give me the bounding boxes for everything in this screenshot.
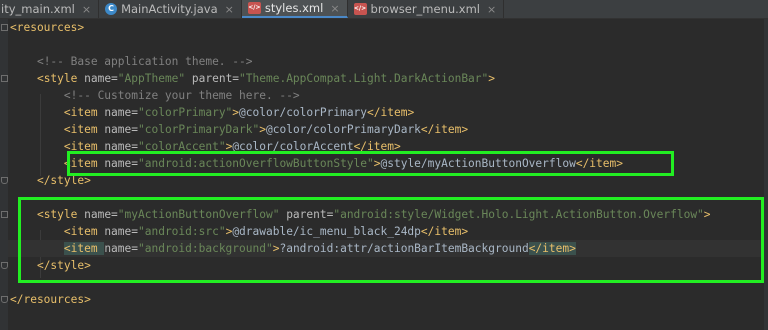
fold-toggle-icon[interactable]	[1, 262, 8, 269]
tab-label: browser_menu.xml	[370, 2, 481, 16]
xml-comment: <!-- Customize your theme here. -->	[63, 89, 300, 102]
xml-file-icon: </>	[247, 2, 261, 14]
tab-label: MainActivity.java	[121, 2, 218, 16]
tab-label: ity_main.xml	[1, 2, 75, 16]
tag-close: </item>	[367, 106, 415, 119]
tag-open: <item	[63, 123, 105, 136]
xml-menu-file-icon: </>	[353, 3, 367, 15]
close-icon[interactable]: ×	[82, 3, 91, 16]
tag-open: <style	[36, 72, 85, 85]
close-icon[interactable]: ×	[487, 3, 496, 16]
code-line-6: <item name="colorPrimary">@color/colorPr…	[10, 104, 414, 121]
attr-name: name=	[84, 72, 118, 85]
fold-toggle-icon[interactable]	[1, 177, 8, 184]
attr-value: "colorPrimaryDark"	[138, 123, 260, 136]
code-line-7: <item name="colorPrimaryDark">@color/col…	[10, 121, 468, 138]
tab-label: styles.xml	[264, 1, 324, 15]
java-class-icon: C	[105, 3, 118, 15]
code-line-5: <!-- Customize your theme here. -->	[10, 87, 300, 104]
code-line-3: <!-- Base application theme. -->	[10, 53, 253, 70]
attr-value: "colorPrimary"	[138, 106, 233, 119]
highlight-box-overflow-item	[67, 151, 674, 176]
tag-gt: >	[259, 123, 266, 136]
fold-toggle-icon[interactable]	[1, 296, 8, 303]
fold-toggle-icon[interactable]	[1, 75, 8, 82]
editor-gutter	[0, 19, 8, 330]
attr-value: "Theme.AppCompat.Light.DarkActionBar"	[239, 72, 489, 85]
tab-main-activity-java[interactable]: C MainActivity.java ×	[99, 0, 242, 18]
tag-close: </resources>	[10, 293, 91, 306]
code-line-17: </resources>	[10, 291, 91, 308]
item-value: @color/colorPrimary	[239, 106, 368, 119]
attr-value: "AppTheme"	[117, 72, 186, 85]
close-icon[interactable]: ×	[225, 3, 234, 16]
fold-toggle-icon[interactable]	[1, 211, 8, 218]
attr-name: parent=	[185, 72, 240, 85]
editor-tab-bar: ity_main.xml × C MainActivity.java × </>…	[0, 0, 768, 19]
tab-activity-main-xml[interactable]: ity_main.xml ×	[0, 0, 100, 18]
xml-comment: <!-- Base application theme. -->	[36, 55, 253, 68]
tab-styles-xml[interactable]: </> styles.xml ×	[241, 0, 348, 18]
fold-toggle-icon[interactable]	[1, 24, 8, 31]
close-icon[interactable]: ×	[330, 2, 339, 15]
tab-browser-menu-xml[interactable]: </> browser_menu.xml ×	[348, 0, 505, 18]
editor-scrollbar[interactable]	[764, 19, 768, 330]
attr-name: name=	[104, 106, 138, 119]
tag-open: <item	[63, 106, 105, 119]
code-line-4: <style name="AppTheme" parent="Theme.App…	[10, 70, 495, 87]
tag-close: </item>	[420, 123, 469, 136]
item-value: @color/colorPrimaryDark	[266, 123, 421, 136]
tag-close: >	[488, 72, 496, 85]
code-line-1: <resources>	[10, 19, 84, 36]
highlight-box-overflow-style	[18, 197, 764, 283]
tag-open: <resources>	[10, 21, 85, 34]
attr-name: name=	[104, 123, 138, 136]
